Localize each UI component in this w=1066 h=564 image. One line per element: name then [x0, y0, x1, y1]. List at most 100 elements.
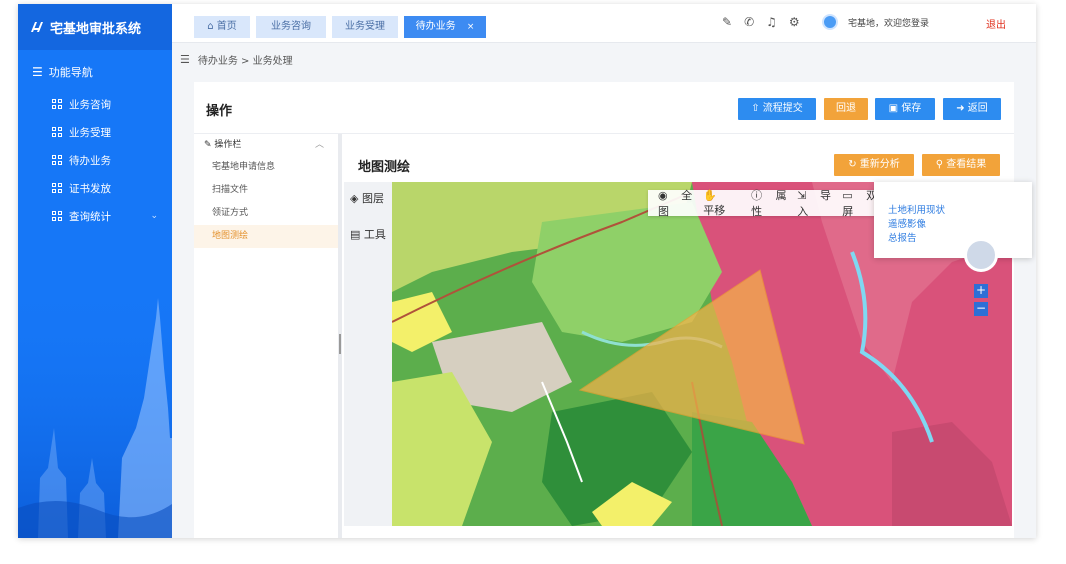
- sidebar-item-todo[interactable]: 待办业务: [18, 146, 172, 174]
- phone-icon[interactable]: ✆: [744, 15, 754, 29]
- map-toolbar: ◉ 全图 ✋ 平移 ⓘ 属性 ⇲ 导入 ▭ 双屏: [648, 187, 888, 219]
- app-window: 宅基地审批系统 ☰ 功能导航 业务咨询 业务受理 待办业务 证书发放 查询统计 …: [18, 4, 1036, 538]
- tools-label: 工具: [363, 228, 386, 241]
- home-icon: ⌂: [207, 21, 214, 32]
- grid-icon: [52, 127, 62, 137]
- sidebar-item-accept[interactable]: 业务受理: [18, 118, 172, 146]
- toolbar-full-extent[interactable]: ◉ 全图: [658, 187, 693, 219]
- sidebar-item-consult[interactable]: 业务咨询: [18, 90, 172, 118]
- search-icon: ⚲: [935, 159, 944, 170]
- main-panel: 操作 ⇧ 流程提交 回退 ▣ 保存 ➜ 返回 ✎ 操作栏 ︿ 宅基地申请信息 扫…: [194, 82, 1014, 538]
- grid-icon: [52, 99, 62, 109]
- toolbox-icon: ▤: [350, 228, 361, 241]
- pencil-icon: ✎: [204, 140, 212, 150]
- sidebar-item-query[interactable]: 查询统计 ⌄: [18, 202, 172, 230]
- globe-icon: ◉: [658, 189, 668, 202]
- result-dropdown: 土地利用现状 遥感影像 总报告: [874, 182, 1032, 258]
- save-label: 保存: [901, 103, 922, 114]
- sidebar-item-label: 查询统计: [69, 210, 111, 223]
- toolbar-import[interactable]: ⇲ 导入: [797, 187, 832, 219]
- menu-item-certificate[interactable]: 领证方式: [194, 202, 338, 225]
- nav-title[interactable]: ☰ 功能导航: [18, 54, 172, 90]
- close-icon[interactable]: ×: [467, 22, 475, 32]
- dropdown-option-land-use[interactable]: 土地利用现状: [888, 202, 945, 216]
- operation-menu: ✎ 操作栏 ︿ 宅基地申请信息 扫描文件 领证方式 地图测绘: [194, 134, 339, 538]
- sidebar-item-label: 证书发放: [69, 182, 111, 195]
- tab-label: 业务咨询: [271, 21, 311, 32]
- map-title: 地图测绘: [358, 160, 411, 175]
- brand: 宅基地审批系统: [18, 4, 172, 50]
- sidebar-item-label: 业务受理: [69, 126, 111, 139]
- breadcrumb: ☰ 待办业务 > 业务处理: [180, 52, 293, 67]
- operation-menu-title: 操作栏: [214, 140, 242, 150]
- rollback-button[interactable]: 回退: [824, 98, 868, 120]
- grid-icon: [52, 211, 62, 221]
- welcome-text: 宅基地，欢迎您登录: [848, 19, 930, 29]
- toolbar-label: 平移: [703, 203, 726, 217]
- tab-accept[interactable]: 业务受理: [332, 16, 398, 38]
- breadcrumb-text: 待办业务 > 业务处理: [197, 56, 293, 67]
- dual-screen-icon: ▭: [842, 189, 853, 202]
- menu-toggle-icon[interactable]: ☰: [180, 53, 190, 66]
- toolbar-dual-screen[interactable]: ▭ 双屏: [842, 187, 878, 219]
- splitter-handle[interactable]: [338, 134, 342, 538]
- logout-link[interactable]: 退出: [986, 16, 1006, 31]
- gear-icon[interactable]: ⚙: [789, 15, 800, 29]
- edit-icon[interactable]: ✎: [722, 15, 732, 29]
- import-icon: ⇲: [797, 189, 807, 202]
- info-icon: ⓘ: [751, 189, 763, 202]
- top-header: ⌂ 首页 业务咨询 业务受理 待办业务 × ✎ ✆ ♫ ⚙ 宅基地，欢迎您登录 …: [172, 4, 1036, 43]
- sidebar: 宅基地审批系统 ☰ 功能导航 业务咨询 业务受理 待办业务 证书发放 查询统计 …: [18, 4, 172, 538]
- pagoda-illustration: [18, 278, 172, 538]
- tab-label: 首页: [216, 21, 237, 32]
- tab-todo[interactable]: 待办业务 ×: [404, 16, 486, 38]
- submit-button[interactable]: ⇧ 流程提交: [738, 98, 816, 120]
- zoom-in-icon[interactable]: +: [974, 284, 988, 298]
- toolbar-pan[interactable]: ✋ 平移: [703, 189, 741, 218]
- save-button[interactable]: ▣ 保存: [875, 98, 935, 120]
- reanalyze-button[interactable]: ↻ 重新分析: [834, 154, 914, 176]
- dropdown-option-report[interactable]: 总报告: [888, 230, 917, 244]
- bell-icon[interactable]: ♫: [766, 15, 777, 29]
- tab-home[interactable]: ⌂ 首页: [194, 16, 250, 38]
- tab-consult[interactable]: 业务咨询: [256, 16, 326, 38]
- nav-title-label: 功能导航: [48, 66, 93, 79]
- chevron-up-icon: ︿: [314, 140, 324, 150]
- menu-icon: ☰: [32, 65, 43, 79]
- tools-button[interactable]: ▤ 工具: [350, 226, 392, 254]
- tab-label: 待办业务: [415, 21, 456, 32]
- logo-icon: [31, 22, 43, 32]
- tab-label: 业务受理: [345, 21, 385, 32]
- reanalyze-label: 重新分析: [859, 159, 900, 170]
- submit-label: 流程提交: [762, 103, 803, 114]
- arrow-right-icon: ➜: [956, 103, 965, 114]
- view-result-label: 查看结果: [946, 159, 987, 170]
- compass-icon[interactable]: [964, 238, 998, 272]
- zoom-out-icon[interactable]: −: [974, 302, 988, 316]
- back-button[interactable]: ➜ 返回: [943, 98, 1001, 120]
- layers-button[interactable]: ◈ 图层: [350, 190, 392, 218]
- header-icons: ✎ ✆ ♫ ⚙: [722, 15, 800, 29]
- sidebar-item-certificate[interactable]: 证书发放: [18, 174, 172, 202]
- operation-title: 操作: [206, 104, 233, 119]
- map-side-panel: ◈ 图层 ▤ 工具: [344, 182, 392, 526]
- operation-menu-header[interactable]: ✎ 操作栏 ︿: [194, 134, 338, 156]
- hand-icon: ✋: [703, 188, 717, 202]
- menu-item-application[interactable]: 宅基地申请信息: [194, 156, 338, 179]
- menu-item-mapping[interactable]: 地图测绘: [194, 225, 338, 248]
- menu-item-scan[interactable]: 扫描文件: [194, 179, 338, 202]
- layers-label: 图层: [361, 192, 384, 205]
- chevron-down-icon: ⌄: [150, 211, 158, 221]
- sidebar-item-label: 业务咨询: [69, 98, 111, 111]
- avatar[interactable]: [822, 14, 838, 30]
- toolbar-attributes[interactable]: ⓘ 属性: [751, 187, 787, 219]
- layers-icon: ◈: [350, 192, 359, 205]
- grid-icon: [52, 155, 62, 165]
- sidebar-item-label: 待办业务: [69, 154, 111, 167]
- refresh-icon: ↻: [848, 159, 857, 170]
- save-icon: ▣: [888, 103, 899, 114]
- view-result-button[interactable]: ⚲ 查看结果: [922, 154, 1000, 176]
- upload-icon: ⇧: [751, 103, 760, 114]
- dropdown-option-remote-sensing[interactable]: 遥感影像: [888, 216, 926, 230]
- grid-icon: [52, 183, 62, 193]
